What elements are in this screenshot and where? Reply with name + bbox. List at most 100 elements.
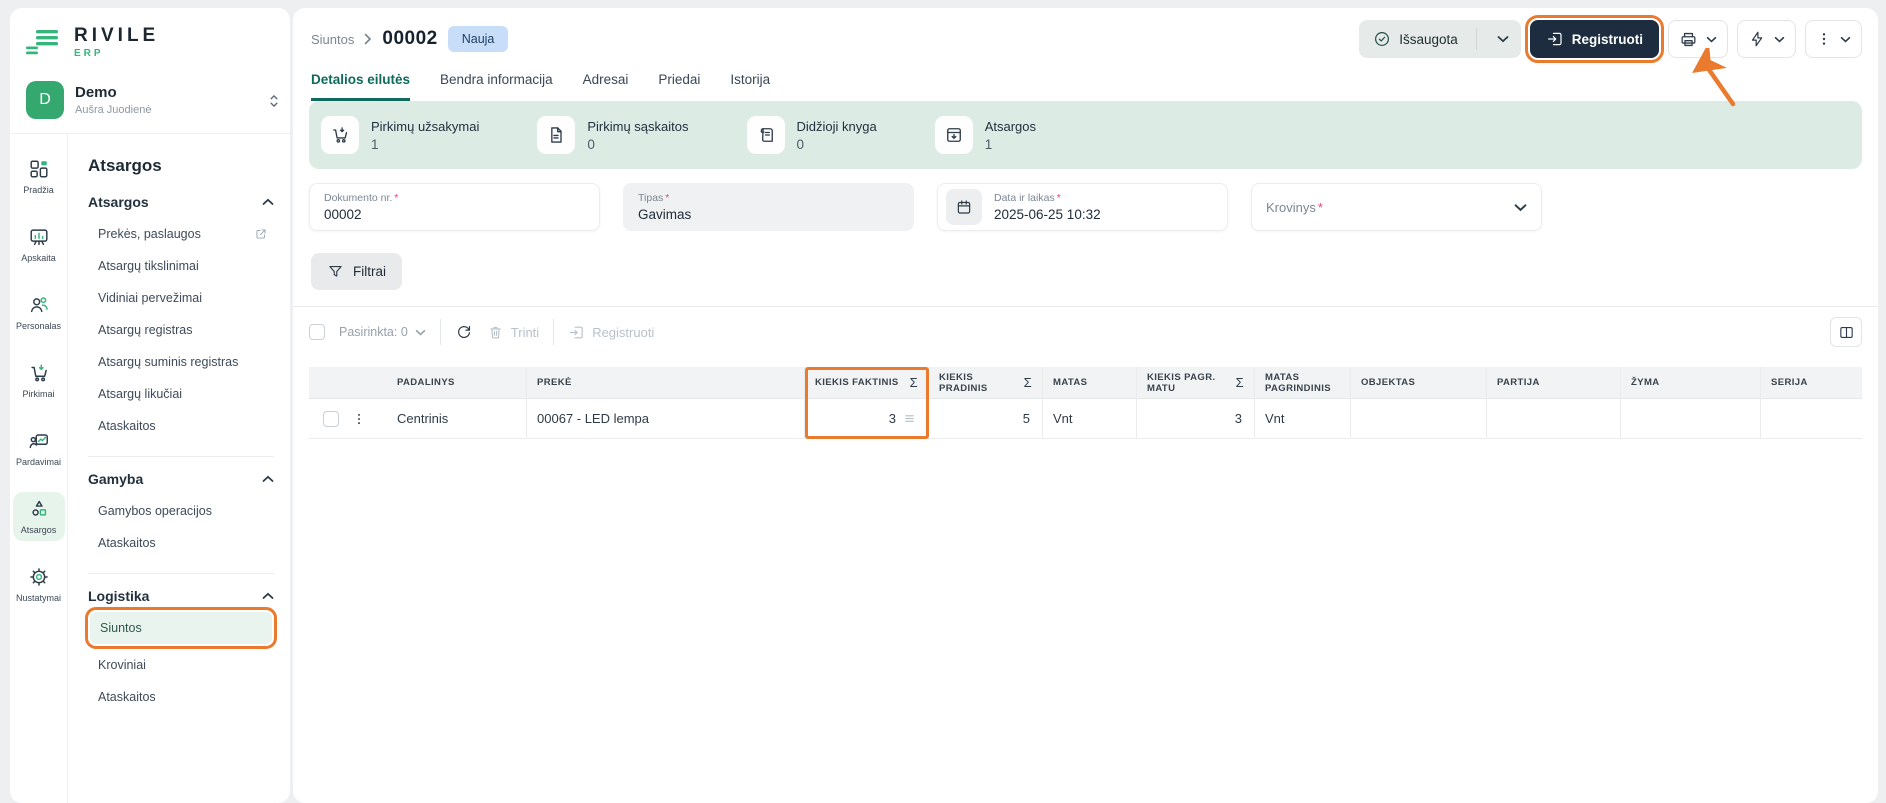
rail-item-nustatymai[interactable]: Nustatymai xyxy=(13,560,65,609)
delete-button[interactable]: Trinti xyxy=(487,324,539,341)
sidebar-item-atsargu-registras[interactable]: Atsargų registras xyxy=(88,314,274,346)
tab-istorija[interactable]: Istorija xyxy=(730,72,770,101)
invoice-icon xyxy=(537,116,575,154)
section-label: Gamyba xyxy=(88,471,143,487)
board-chart-icon xyxy=(28,226,50,248)
drag-lines-icon[interactable] xyxy=(903,412,916,425)
filters-row: Filtrai xyxy=(311,253,1862,290)
sigma-icon[interactable]: Σ xyxy=(910,375,918,390)
sidebar-item-gamybos-operacijos[interactable]: Gamybos operacijos xyxy=(88,495,274,527)
rail-item-pirkimai[interactable]: Pirkimai xyxy=(13,356,65,405)
column-header-kiekis-pagr-matu[interactable]: KIEKIS PAGR. MATUΣ xyxy=(1137,367,1255,399)
column-header-matas[interactable]: MATAS xyxy=(1043,367,1137,399)
register-button[interactable]: Registruoti xyxy=(1530,20,1659,58)
cell-matas[interactable]: Vnt xyxy=(1043,399,1137,439)
divider xyxy=(553,319,554,345)
chevron-down-icon[interactable] xyxy=(1514,203,1527,212)
row-kebab-icon[interactable] xyxy=(352,411,366,427)
tab-adresai[interactable]: Adresai xyxy=(583,72,629,101)
sidebar-item-prekes-paslaugos[interactable]: Prekės, paslaugos xyxy=(88,218,274,250)
stat-atsargos[interactable]: Atsargos 1 xyxy=(935,116,1036,154)
sidebar-item-atsargu-likuciai[interactable]: Atsargų likučiai xyxy=(88,378,274,410)
cell-kiekis-pradinis[interactable]: 5 xyxy=(929,399,1043,439)
list-toolbar: Pasirinkta: 0 Trinti Registruoti xyxy=(293,306,1878,357)
column-header-padalinys[interactable]: PADALINYS xyxy=(387,367,527,399)
rail-item-pradzia[interactable]: Pradžia xyxy=(13,152,65,201)
sidebar-item-ataskaitos-logistika[interactable]: Ataskaitos xyxy=(88,681,274,713)
column-header-kiekis-faktinis[interactable]: KIEKIS FAKTINISΣ xyxy=(805,367,929,399)
print-button[interactable] xyxy=(1668,20,1728,58)
row-checkbox[interactable] xyxy=(323,411,339,427)
column-header-objektas[interactable]: OBJEKTAS xyxy=(1351,367,1487,399)
actions-bolt-button[interactable] xyxy=(1737,20,1796,58)
stat-didzioji-knyga[interactable]: Didžioji knyga 0 xyxy=(747,116,877,154)
stat-pirkimu-saskaitos[interactable]: Pirkimų sąskaitos 0 xyxy=(537,116,688,154)
column-header-serija[interactable]: SERIJA xyxy=(1761,367,1862,399)
rail-item-label: Personalas xyxy=(16,321,61,331)
rail-item-pardavimai[interactable]: Pardavimai xyxy=(13,424,65,473)
cell-partija[interactable] xyxy=(1487,399,1621,439)
stat-pirkimu-uzsakymai[interactable]: Pirkimų užsakymai 1 xyxy=(321,116,479,154)
section-gamyba[interactable]: Gamyba xyxy=(88,471,274,487)
more-menu-button[interactable] xyxy=(1805,20,1862,58)
delete-button-label: Trinti xyxy=(511,325,539,340)
sidebar-item-kroviniai[interactable]: Kroviniai xyxy=(88,649,274,681)
type-field[interactable]: Tipas* Gavimas xyxy=(623,183,914,231)
select-all-checkbox[interactable] xyxy=(309,324,325,340)
sigma-icon[interactable]: Σ xyxy=(1236,375,1244,390)
breadcrumb-siuntos[interactable]: Siuntos xyxy=(311,32,354,47)
stat-value: 1 xyxy=(985,137,1036,152)
sidebar-item-siuntos[interactable]: Siuntos xyxy=(90,612,272,644)
sidebar-item-ataskaitos-atsargos[interactable]: Ataskaitos xyxy=(88,410,274,442)
tab-detalios-eilutes[interactable]: Detalios eilutės xyxy=(311,72,410,101)
column-header-partija[interactable]: PARTIJA xyxy=(1487,367,1621,399)
swap-chevrons-icon[interactable] xyxy=(267,93,281,109)
cell-zyma[interactable] xyxy=(1621,399,1761,439)
tab-bendra-informacija[interactable]: Bendra informacija xyxy=(440,72,553,101)
rail-item-atsargos[interactable]: Atsargos xyxy=(13,492,65,541)
selected-count-dropdown[interactable]: Pasirinkta: 0 xyxy=(339,325,426,339)
company-switcher[interactable]: D Demo Aušra Juodienė xyxy=(10,69,290,134)
sigma-icon[interactable]: Σ xyxy=(1024,375,1032,390)
sidebar-item-atsargu-tikslinimai[interactable]: Atsargų tikslinimai xyxy=(88,250,274,282)
table-header-row: PADALINYS PREKĖ KIEKIS FAKTINISΣ KIEKIS … xyxy=(309,367,1862,399)
cell-serija[interactable] xyxy=(1761,399,1862,439)
datetime-field[interactable]: Data ir laikas* 2025-06-25 10:32 xyxy=(937,183,1228,231)
calendar-icon[interactable] xyxy=(946,189,982,225)
saved-button[interactable]: Išsaugota xyxy=(1359,20,1521,58)
refresh-button[interactable] xyxy=(455,323,473,341)
tab-priedai[interactable]: Priedai xyxy=(658,72,700,101)
column-header-matas-pagrindinis[interactable]: MATAS PAGRINDINIS xyxy=(1255,367,1351,399)
document-fields: Dokumento nr.* 00002 Tipas* Gavimas Data… xyxy=(309,183,1862,231)
sidebar-item-atsargu-suminis-registras[interactable]: Atsargų suminis registras xyxy=(88,346,274,378)
people-icon xyxy=(28,294,50,316)
table-row: Centrinis 00067 - LED lempa 3 5 Vnt 3 Vn… xyxy=(309,399,1862,439)
chevron-up-icon xyxy=(262,592,274,600)
column-header-kiekis-pradinis[interactable]: KIEKIS PRADINISΣ xyxy=(929,367,1043,399)
sidebar-item-vidiniai-pervezimai[interactable]: Vidiniai pervežimai xyxy=(88,282,274,314)
column-header-preke[interactable]: PREKĖ xyxy=(527,367,805,399)
cell-kiekis-pagr-matu[interactable]: 3 xyxy=(1137,399,1255,439)
menu-item-label: Atsargų suminis registras xyxy=(98,355,238,369)
cell-matas-pagrindinis[interactable]: Vnt xyxy=(1255,399,1351,439)
cell-objektas[interactable] xyxy=(1351,399,1487,439)
column-header-zyma[interactable]: ŽYMA xyxy=(1621,367,1761,399)
cell-preke[interactable]: 00067 - LED lempa xyxy=(527,399,805,439)
document-number-field[interactable]: Dokumento nr.* 00002 xyxy=(309,183,600,231)
rail-item-apskaita[interactable]: Apskaita xyxy=(13,220,65,269)
cargo-select[interactable]: Krovinys* xyxy=(1251,183,1542,231)
rivile-logo-icon xyxy=(26,29,62,56)
chevron-down-icon[interactable] xyxy=(1489,35,1517,43)
menu-item-label: Atsargų registras xyxy=(98,323,192,337)
column-settings-button[interactable] xyxy=(1830,317,1862,347)
filters-button[interactable]: Filtrai xyxy=(311,253,402,290)
header-actions: Išsaugota Registruoti xyxy=(1359,20,1862,58)
cell-padalinys[interactable]: Centrinis xyxy=(387,399,527,439)
cell-kiekis-faktinis[interactable]: 3 xyxy=(805,399,929,439)
register-rows-button[interactable]: Registruoti xyxy=(568,324,654,341)
section-logistika[interactable]: Logistika xyxy=(88,588,274,604)
rail-item-label: Pardavimai xyxy=(16,457,61,467)
sidebar-item-ataskaitos-gamyba[interactable]: Ataskaitos xyxy=(88,527,274,559)
section-atsargos[interactable]: Atsargos xyxy=(88,194,274,210)
rail-item-personalas[interactable]: Personalas xyxy=(13,288,65,337)
